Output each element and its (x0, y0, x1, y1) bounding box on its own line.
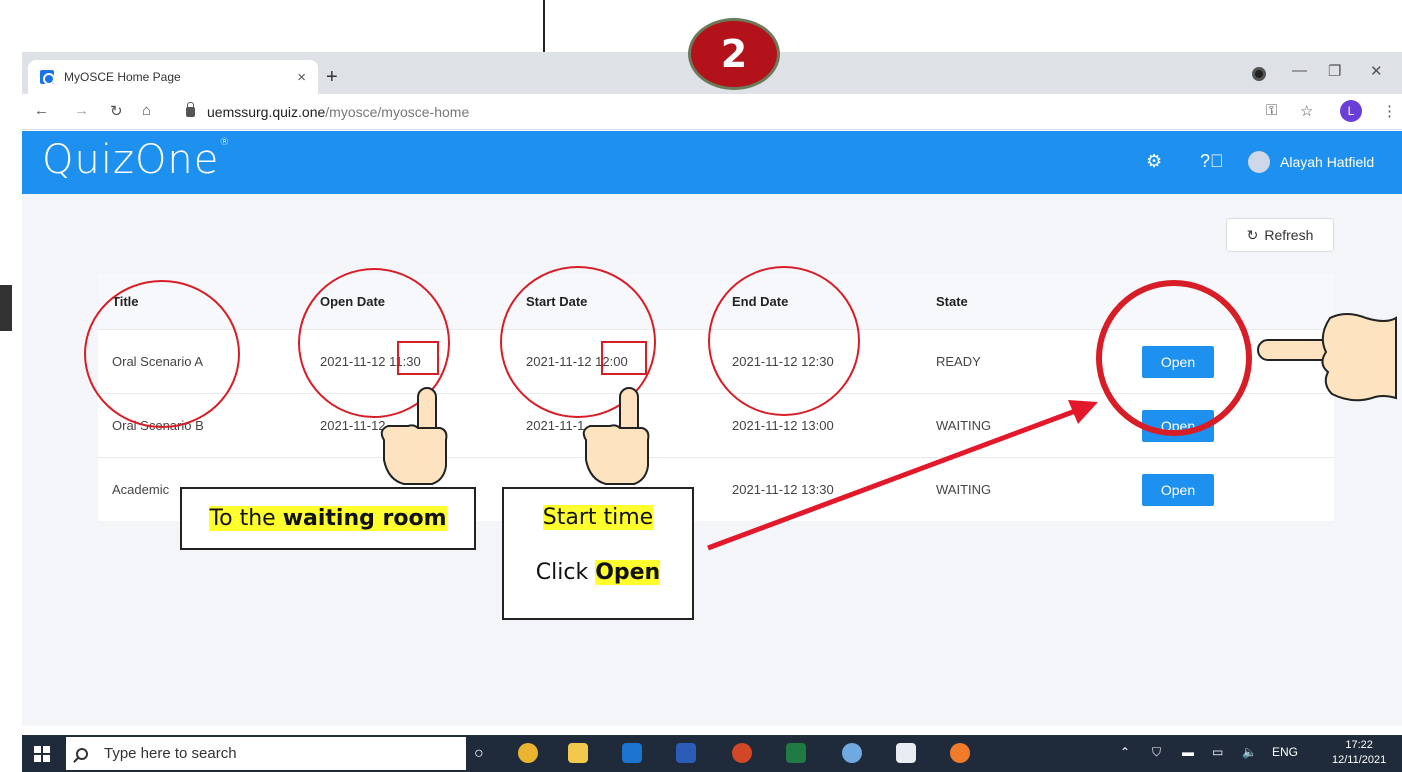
pointing-left-hand-icon (1257, 313, 1397, 402)
pointing-hand-icon (380, 387, 448, 485)
arrow-line (707, 407, 1079, 551)
pointing-hand-icon (582, 387, 650, 485)
waiting-room-callout: To the waiting room (180, 487, 476, 550)
annotation-overlay (380, 313, 1397, 551)
step-number-badge: 2 (688, 18, 780, 90)
start-time-callout: Start time Click Open (502, 487, 694, 620)
